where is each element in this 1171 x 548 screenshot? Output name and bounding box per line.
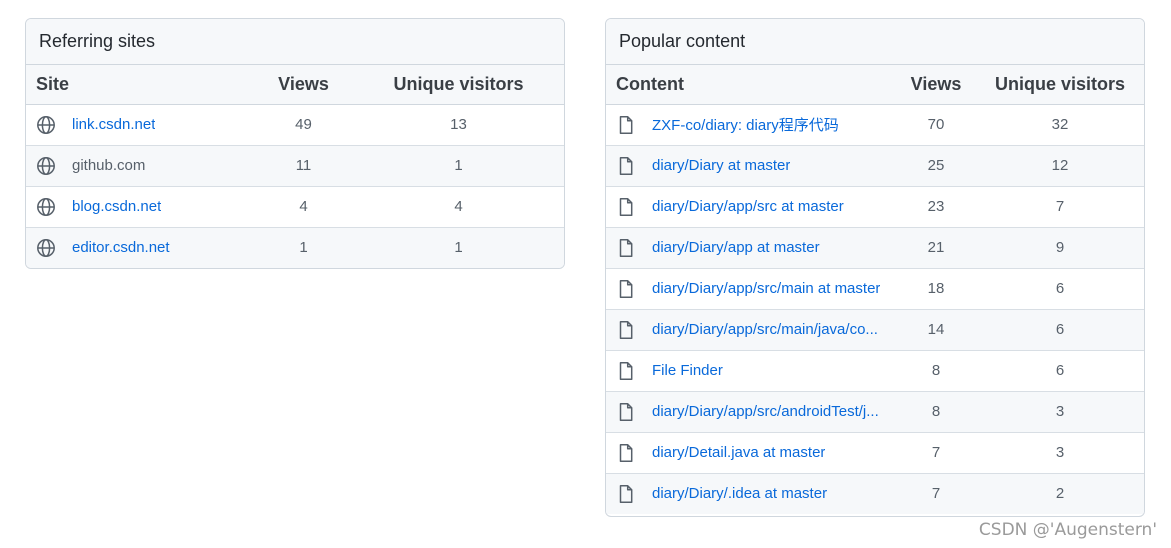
table-row: diary/Diary/app/src at master 23 7 [606, 186, 1144, 228]
unique-visitors-value: 12 [976, 145, 1144, 187]
globe-icon [36, 156, 56, 176]
views-value: 23 [896, 186, 976, 228]
file-icon [616, 443, 636, 463]
site-name: github.com [72, 157, 146, 174]
file-icon [616, 361, 636, 381]
site-link[interactable]: link.csdn.net [72, 116, 155, 133]
content-link[interactable]: diary/Detail.java at master [652, 444, 825, 461]
views-value: 18 [896, 268, 976, 310]
column-header-views: Views [236, 65, 371, 105]
unique-visitors-value: 6 [976, 268, 1144, 310]
column-header-unique-visitors: Unique visitors [976, 65, 1144, 105]
views-value: 8 [896, 391, 976, 433]
column-header-unique-visitors: Unique visitors [371, 65, 546, 105]
views-value: 4 [236, 186, 371, 228]
views-value: 25 [896, 145, 976, 187]
table-row: diary/Diary/app/src/main/java/co... 14 6 [606, 309, 1144, 351]
content-link[interactable]: diary/Diary at master [652, 157, 790, 174]
referring-sites-table: Site Views Unique visitors link.csdn.net… [26, 65, 564, 268]
file-icon [616, 197, 636, 217]
content-link[interactable]: diary/Diary/app/src/androidTest/j... [652, 403, 879, 420]
unique-visitors-value: 4 [371, 186, 546, 228]
table-row: diary/Detail.java at master 7 3 [606, 432, 1144, 474]
file-icon [616, 402, 636, 422]
table-row: editor.csdn.net 1 1 [26, 227, 564, 268]
unique-visitors-value: 6 [976, 309, 1144, 351]
popular-content-title: Popular content [606, 19, 1144, 65]
table-header-row: Content Views Unique visitors [606, 65, 1144, 105]
content-link[interactable]: File Finder [652, 362, 723, 379]
content-link[interactable]: ZXF-co/diary: diary程序代码 [652, 114, 839, 135]
views-value: 11 [236, 145, 371, 187]
table-row: github.com 11 1 [26, 145, 564, 187]
views-value: 14 [896, 309, 976, 351]
table-row: diary/Diary/app/src/main at master 18 6 [606, 268, 1144, 310]
globe-icon [36, 197, 56, 217]
referring-sites-title: Referring sites [26, 19, 564, 65]
table-row: diary/Diary/app at master 21 9 [606, 227, 1144, 269]
unique-visitors-value: 6 [976, 350, 1144, 392]
globe-icon [36, 238, 56, 258]
unique-visitors-value: 32 [976, 104, 1144, 146]
views-value: 70 [896, 104, 976, 146]
popular-content-table: Content Views Unique visitors ZXF-co/dia… [606, 65, 1144, 514]
column-header-site: Site [26, 65, 236, 105]
table-row: ZXF-co/diary: diary程序代码 70 32 [606, 104, 1144, 146]
views-value: 7 [931, 485, 941, 503]
site-link[interactable]: blog.csdn.net [72, 198, 161, 215]
table-row: link.csdn.net 49 13 [26, 104, 564, 146]
views-value: 21 [896, 227, 976, 269]
views-value: 1 [299, 239, 308, 257]
watermark: CSDN @'Augenstern' [978, 520, 1157, 540]
content-link[interactable]: diary/Diary/.idea at master [652, 485, 827, 502]
views-value: 49 [236, 104, 371, 146]
column-header-content: Content [606, 65, 896, 105]
table-header-row: Site Views Unique visitors [26, 65, 564, 105]
globe-icon [36, 115, 56, 135]
file-icon [616, 238, 636, 258]
unique-visitors-value: 13 [371, 104, 546, 146]
site-link[interactable]: editor.csdn.net [72, 239, 170, 256]
unique-visitors-value: 9 [976, 227, 1144, 269]
unique-visitors-value: 1 [454, 239, 463, 257]
file-icon [616, 115, 636, 135]
file-icon [616, 484, 636, 504]
table-row: diary/Diary/app/src/androidTest/j... 8 3 [606, 391, 1144, 433]
file-icon [616, 320, 636, 340]
unique-visitors-value: 3 [976, 432, 1144, 474]
content-link[interactable]: diary/Diary/app/src at master [652, 198, 844, 215]
unique-visitors-value: 3 [976, 391, 1144, 433]
content-link[interactable]: diary/Diary/app at master [652, 239, 820, 256]
unique-visitors-value: 2 [1055, 485, 1065, 503]
table-row: diary/Diary/.idea at master 7 2 [606, 473, 1144, 514]
file-icon [616, 279, 636, 299]
unique-visitors-value: 7 [976, 186, 1144, 228]
popular-content-panel: Popular content Content Views Unique vis… [605, 18, 1145, 517]
table-row: File Finder 8 6 [606, 350, 1144, 392]
table-row: blog.csdn.net 4 4 [26, 186, 564, 228]
column-header-views: Views [896, 65, 976, 105]
views-value: 7 [896, 432, 976, 474]
table-row: diary/Diary at master 25 12 [606, 145, 1144, 187]
unique-visitors-value: 1 [371, 145, 546, 187]
views-value: 8 [896, 350, 976, 392]
file-icon [616, 156, 636, 176]
referring-sites-panel: Referring sites Site Views Unique visito… [25, 18, 565, 269]
content-link[interactable]: diary/Diary/app/src/main at master [652, 280, 880, 297]
content-link[interactable]: diary/Diary/app/src/main/java/co... [652, 321, 878, 338]
